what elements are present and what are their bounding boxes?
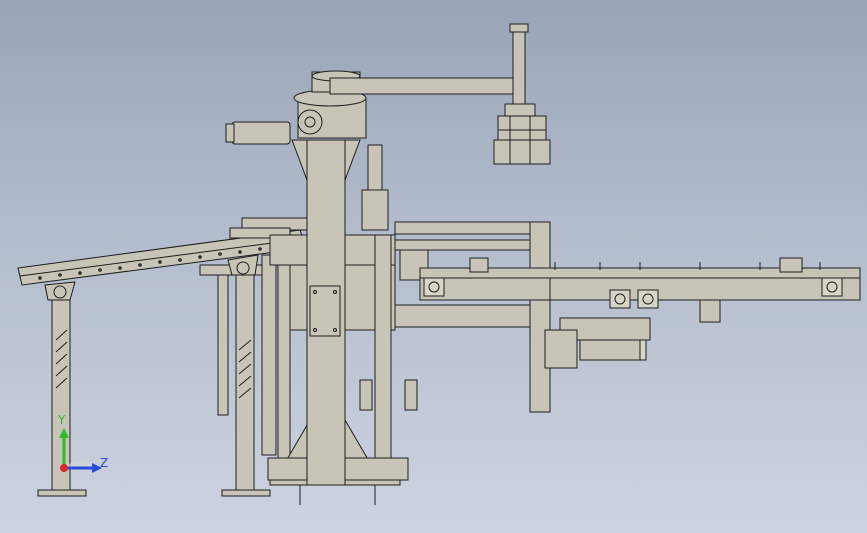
conveyor-leg-middle [199, 254, 271, 497]
gripper-head [493, 103, 551, 165]
axis-z-label: Z [100, 456, 109, 470]
palletizer-robot-model[interactable] [0, 0, 867, 533]
cad-graphics-area[interactable]: Y Z [0, 0, 867, 533]
transfer-frame [394, 221, 551, 413]
drive-unit [544, 317, 651, 369]
axis-y-label: Y [58, 413, 66, 427]
axis-triad: Y Z [48, 410, 118, 480]
robot-arm [329, 23, 529, 105]
